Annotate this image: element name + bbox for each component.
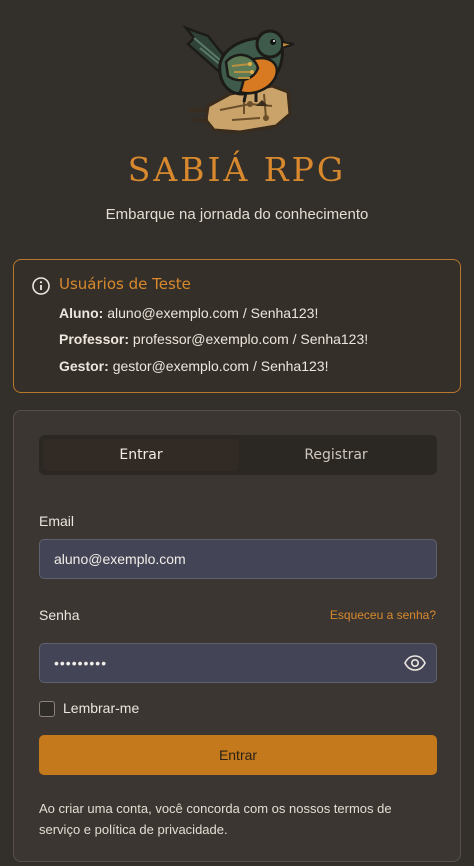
tagline: Embarque na jornada do conhecimento — [105, 206, 369, 223]
test-user-credentials: aluno@exemplo.com / Senha123! — [107, 305, 319, 321]
terms-text: Ao criar uma conta, você concorda com os… — [39, 801, 392, 837]
remember-checkbox[interactable] — [39, 701, 55, 717]
test-user-role: Professor: — [59, 331, 130, 347]
auth-tabs: Entrar Registrar — [39, 435, 437, 475]
remember-label: Lembrar-me — [63, 700, 140, 716]
tab-registrar[interactable]: Registrar — [239, 439, 433, 471]
sabia-bird-logo — [182, 25, 295, 134]
test-user-gestor: Gestor: gestor@exemplo.com / Senha123! — [59, 358, 328, 374]
login-button[interactable]: Entrar — [39, 735, 437, 775]
test-user-professor: Professor: professor@exemplo.com / Senha… — [59, 331, 368, 347]
test-user-role: Gestor: — [59, 358, 109, 374]
test-users-panel: Usuários de Teste Aluno: aluno@exemplo.c… — [13, 259, 461, 393]
login-page: SABIÁ RPG Embarque na jornada do conheci… — [0, 0, 474, 866]
test-user-credentials: professor@exemplo.com / Senha123! — [132, 331, 369, 347]
tab-entrar[interactable]: Entrar — [43, 439, 239, 471]
test-user-role: Aluno: — [59, 305, 104, 321]
test-users-title: Usuários de Teste — [59, 275, 191, 293]
email-label: Email — [39, 513, 75, 529]
login-card: Entrar Registrar Email aluno@exemplo.com… — [13, 410, 461, 862]
test-user-aluno: Aluno: aluno@exemplo.com / Senha123! — [59, 305, 318, 321]
test-user-credentials: gestor@exemplo.com / Senha123! — [112, 358, 329, 374]
brand-title: SABIÁ RPG — [127, 150, 347, 189]
password-label: Senha — [39, 607, 80, 623]
forgot-password-link[interactable]: Esqueceu a senha? — [330, 608, 436, 622]
email-field[interactable]: aluno@exemplo.com — [39, 539, 437, 579]
password-field[interactable]: ••••••••• — [39, 643, 437, 683]
info-icon — [32, 277, 50, 295]
password-value: ••••••••• — [54, 655, 108, 671]
eye-icon[interactable] — [404, 653, 426, 673]
